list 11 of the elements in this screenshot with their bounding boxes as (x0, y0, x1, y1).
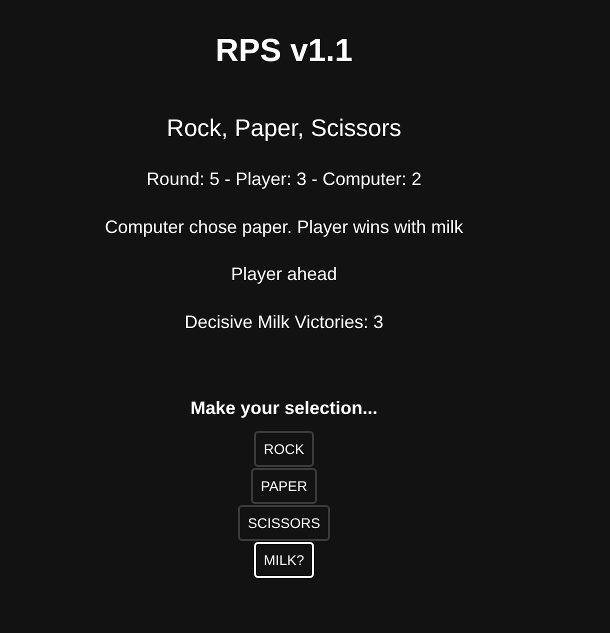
status-text: Decisive Milk Victories: 3 (184, 312, 384, 334)
choice-button[interactable]: PAPER (250, 468, 318, 504)
selection-prompt: Make your selection... (190, 398, 378, 420)
choice-button[interactable]: SCISSORS (238, 505, 330, 542)
status-text: Computer chose paper. Player wins with milk (104, 216, 464, 238)
status-text: Player ahead (230, 264, 338, 286)
choice-button[interactable]: ROCK (254, 431, 314, 468)
app-title: RPS v1.1 (216, 31, 352, 70)
game-subtitle: Rock, Paper, Scissors (166, 115, 402, 144)
choice-button[interactable]: MILK? (254, 542, 314, 578)
status-text: Round: 5 - Player: 3 - Computer: 2 (146, 169, 422, 191)
